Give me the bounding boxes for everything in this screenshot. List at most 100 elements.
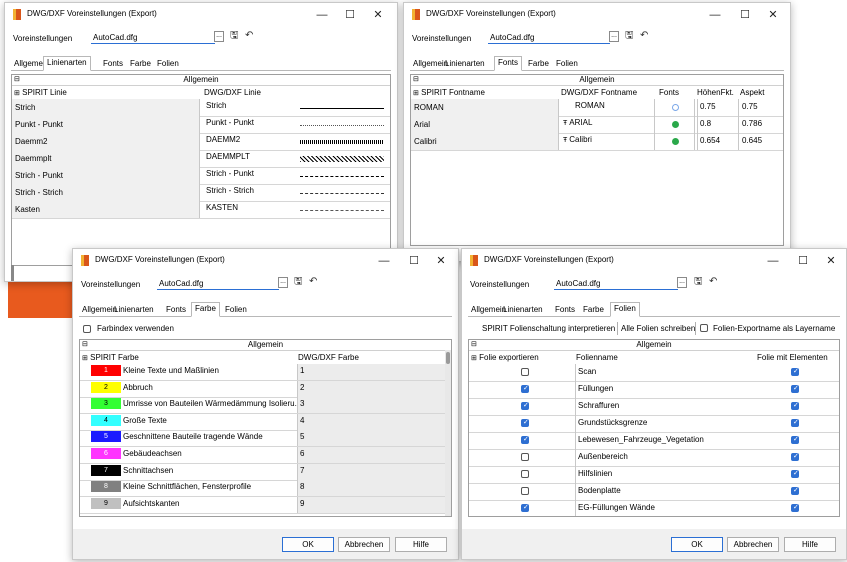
- tab-folien[interactable]: Folien: [553, 58, 581, 70]
- dwg-line-name[interactable]: Strich - Strich: [204, 184, 294, 201]
- expand-icon[interactable]: ⊞: [471, 355, 477, 362]
- aspect-value[interactable]: 0.645: [740, 133, 783, 150]
- browse-button[interactable]: ...: [677, 277, 687, 288]
- table-row[interactable]: Schraffuren: [469, 398, 839, 416]
- table-row[interactable]: Kasten KASTEN: [12, 201, 390, 219]
- aspect-value[interactable]: 0.786: [740, 116, 783, 133]
- collapse-icon[interactable]: ⊟: [471, 340, 477, 350]
- group-header[interactable]: ⊟ Allgemein: [411, 75, 783, 86]
- folie-export-checkbox[interactable]: [521, 435, 529, 444]
- tab-folien[interactable]: Folien: [222, 304, 250, 316]
- tab-folien[interactable]: Folien: [610, 302, 640, 317]
- minimize-icon[interactable]: —: [373, 251, 395, 271]
- table-row[interactable]: Lebewesen_Fahrzeuge_Vegetation: [469, 432, 839, 450]
- cancel-button[interactable]: Abbrechen: [338, 537, 390, 552]
- browse-button[interactable]: ...: [609, 31, 619, 42]
- write-all-folien-button[interactable]: Alle Folien schreiben: [621, 324, 695, 333]
- tab-farbe[interactable]: Farbe: [127, 58, 154, 70]
- close-icon[interactable]: ✕: [820, 251, 842, 271]
- table-row[interactable]: 1 Kleine Texte und Maßlinien 1: [80, 364, 451, 381]
- dwg-color-index[interactable]: 1: [297, 364, 451, 380]
- close-icon[interactable]: ✕: [762, 5, 784, 25]
- close-icon[interactable]: ✕: [430, 251, 452, 271]
- tab-linienarten[interactable]: Linienarten: [500, 304, 546, 316]
- dwg-line-name[interactable]: DAEMMPLT: [204, 150, 294, 167]
- dwg-color-index[interactable]: 4: [297, 413, 451, 430]
- tab-farbe[interactable]: Farbe: [580, 304, 607, 316]
- save-icon[interactable]: 🖫: [694, 276, 703, 288]
- table-row[interactable]: Calibri Ŧ Calibri 0.654 0.645: [411, 133, 783, 151]
- tab-fonts[interactable]: Fonts: [552, 304, 578, 316]
- dwg-color-index[interactable]: 9: [297, 496, 451, 513]
- table-row[interactable]: 6 Gebäudeachsen 6: [80, 447, 451, 464]
- aspect-value[interactable]: 0.75: [740, 99, 783, 116]
- collapse-icon[interactable]: ⊟: [14, 75, 20, 85]
- table-row[interactable]: Füllungen: [469, 381, 839, 399]
- expand-icon[interactable]: ⊞: [14, 90, 20, 97]
- dwg-line-name[interactable]: Strich - Punkt: [204, 167, 294, 184]
- folie-export-checkbox[interactable]: [521, 503, 529, 512]
- table-row[interactable]: Punkt - Punkt Punkt - Punkt: [12, 116, 390, 134]
- table-row[interactable]: Grundstücksgrenze: [469, 415, 839, 433]
- table-row[interactable]: Scan: [469, 364, 839, 382]
- collapse-icon[interactable]: ⊟: [82, 340, 88, 350]
- minimize-icon[interactable]: —: [762, 251, 784, 271]
- folie-export-checkbox[interactable]: [521, 470, 529, 478]
- minimize-icon[interactable]: —: [311, 5, 333, 25]
- folie-export-checkbox[interactable]: [521, 453, 529, 461]
- undo-icon[interactable]: ↶: [309, 276, 317, 288]
- tab-farbe[interactable]: Farbe: [525, 58, 552, 70]
- dwg-color-index[interactable]: 7: [297, 463, 451, 480]
- folie-export-checkbox[interactable]: [521, 487, 529, 495]
- layername-checkbox[interactable]: [700, 324, 708, 332]
- table-row[interactable]: Hilfslinien: [469, 466, 839, 484]
- dwg-line-name[interactable]: KASTEN: [204, 201, 294, 218]
- table-row[interactable]: 3 Umrisse von Bauteilen Wärmedämmung Isol…: [80, 397, 451, 415]
- dwg-line-name[interactable]: Strich: [204, 99, 294, 116]
- folie-export-checkbox[interactable]: [521, 418, 529, 427]
- farbindex-checkbox[interactable]: [83, 325, 91, 333]
- maximize-icon[interactable]: ☐: [339, 5, 361, 25]
- dwg-color-index[interactable]: 2: [297, 380, 451, 397]
- preset-input[interactable]: AutoCad.dfg: [91, 31, 215, 44]
- table-row[interactable]: 8 Kleine Schnittflächen, Fensterprofile 8: [80, 480, 451, 498]
- minimize-icon[interactable]: —: [704, 5, 726, 25]
- undo-icon[interactable]: ↶: [709, 276, 717, 288]
- preset-input[interactable]: AutoCad.dfg: [157, 277, 279, 290]
- folie-export-checkbox[interactable]: [521, 384, 529, 393]
- dwg-color-index[interactable]: 8: [297, 480, 451, 497]
- undo-icon[interactable]: ↶: [245, 30, 253, 42]
- table-row[interactable]: 2 Abbruch 2: [80, 380, 451, 398]
- table-row[interactable]: EG-Füllungen Wände: [469, 500, 839, 516]
- maximize-icon[interactable]: ☐: [792, 251, 814, 271]
- ok-button[interactable]: OK: [671, 537, 723, 552]
- table-row[interactable]: 7 Schnittachsen 7: [80, 463, 451, 481]
- height-factor[interactable]: 0.654: [697, 133, 739, 150]
- height-factor[interactable]: 0.8: [697, 116, 739, 133]
- save-icon[interactable]: 🖫: [230, 30, 239, 42]
- save-icon[interactable]: 🖫: [294, 276, 303, 288]
- scrollbar[interactable]: [445, 350, 451, 516]
- tab-fonts[interactable]: Fonts: [163, 304, 189, 316]
- group-header[interactable]: ⊟ Allgemein: [12, 75, 390, 86]
- dwg-line-name[interactable]: Punkt - Punkt: [204, 116, 294, 133]
- expand-icon[interactable]: ⊞: [413, 90, 419, 97]
- preset-input[interactable]: AutoCad.dfg: [488, 31, 610, 44]
- dwg-color-index[interactable]: 3: [297, 397, 451, 414]
- help-button[interactable]: Hilfe: [395, 537, 447, 552]
- table-row[interactable]: 5 Geschnittene Bauteile tragende Wände 5: [80, 430, 451, 448]
- tab-linienarten[interactable]: Linienarten: [111, 304, 157, 316]
- tab-fonts[interactable]: Fonts: [100, 58, 126, 70]
- maximize-icon[interactable]: ☐: [734, 5, 756, 25]
- close-icon[interactable]: ✕: [367, 5, 389, 25]
- tab-folien[interactable]: Folien: [154, 58, 182, 70]
- dwg-font-name[interactable]: Ŧ ARIAL: [561, 116, 655, 133]
- table-row[interactable]: Strich Strich: [12, 99, 390, 117]
- height-factor[interactable]: 0.75: [697, 99, 739, 116]
- table-row[interactable]: ROMAN ROMAN 0.75 0.75: [411, 99, 783, 117]
- collapse-icon[interactable]: ⊟: [413, 75, 419, 85]
- table-row[interactable]: Strich - Punkt Strich - Punkt: [12, 167, 390, 185]
- folie-export-checkbox[interactable]: [521, 368, 529, 376]
- browse-button[interactable]: ...: [278, 277, 288, 288]
- table-row[interactable]: Strich - Strich Strich - Strich: [12, 184, 390, 202]
